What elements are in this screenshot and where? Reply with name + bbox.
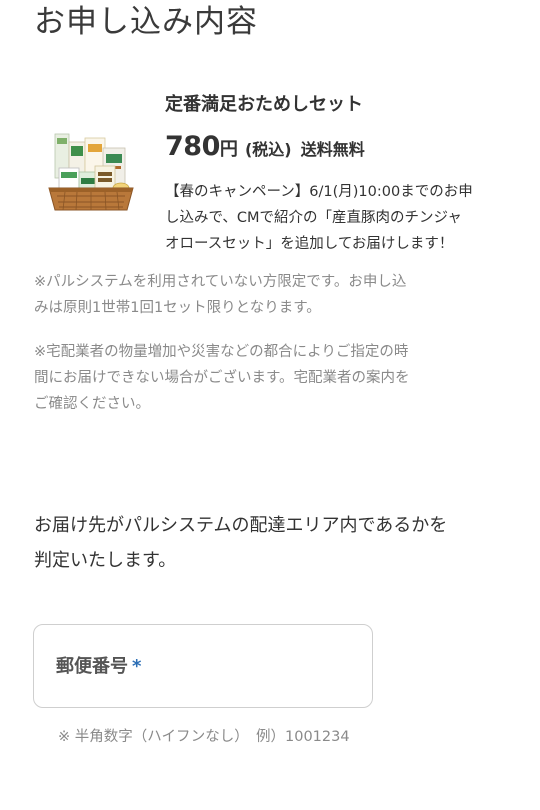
product-name: 定番満足おためしセット [165, 94, 363, 115]
campaign-line: 【春のキャンペーン】6/1(月)10:00までのお申 [165, 184, 473, 200]
campaign-line: オロースセット」を追加してお届けします！ [165, 236, 454, 252]
area-message-line: 判定いたします。 [34, 550, 177, 571]
postal-code-label: 郵便番号 * [56, 653, 141, 681]
price-tax-label: (税込) [244, 140, 292, 159]
campaign-text: 【春のキャンペーン】6/1(月)10:00までのお申 し込みで、CMで紹介の「産… [165, 179, 515, 257]
postal-code-field[interactable]: 郵便番号 * [33, 624, 373, 708]
postal-code-label-text: 郵便番号 [56, 656, 128, 677]
delivery-area-message: お届け先がパルシステムの配達エリア内であるかを 判定いたします。 [34, 508, 447, 578]
note-line: 間にお届けできない場合がございます。宅配業者の案内を [34, 370, 410, 386]
area-message-line: お届け先がパルシステムの配達エリア内であるかを [34, 515, 448, 536]
campaign-line: し込みで、CMで紹介の「産直豚肉のチンジャ [165, 210, 462, 226]
note-line: ※宅配業者の物量増加や災害などの都合によりご指定の時 [34, 344, 409, 360]
required-mark: * [132, 656, 142, 677]
price-amount: 780 [165, 131, 220, 162]
free-shipping-label: 送料無料 [300, 140, 365, 159]
note-line: ご確認ください。 [34, 396, 150, 412]
note-first-time-only: ※パルシステムを利用されていない方限定です。お申し込 みは原則1世帯1回1セット… [34, 269, 509, 321]
page-title: お申し込み内容 [34, 4, 258, 40]
price-line: 780円 (税込) 送料無料 [165, 128, 365, 169]
postal-code-hint: ※ 半角数字（ハイフンなし） 例）1001234 [58, 729, 350, 745]
price-unit: 円 [219, 139, 238, 160]
product-image [48, 133, 134, 211]
note-delivery-delay: ※宅配業者の物量増加や災害などの都合によりご指定の時 間にお届けできない場合がご… [34, 339, 509, 417]
note-line: みは原則1世帯1回1セット限りとなります。 [34, 300, 321, 316]
note-line: ※パルシステムを利用されていない方限定です。お申し込 [34, 274, 407, 290]
